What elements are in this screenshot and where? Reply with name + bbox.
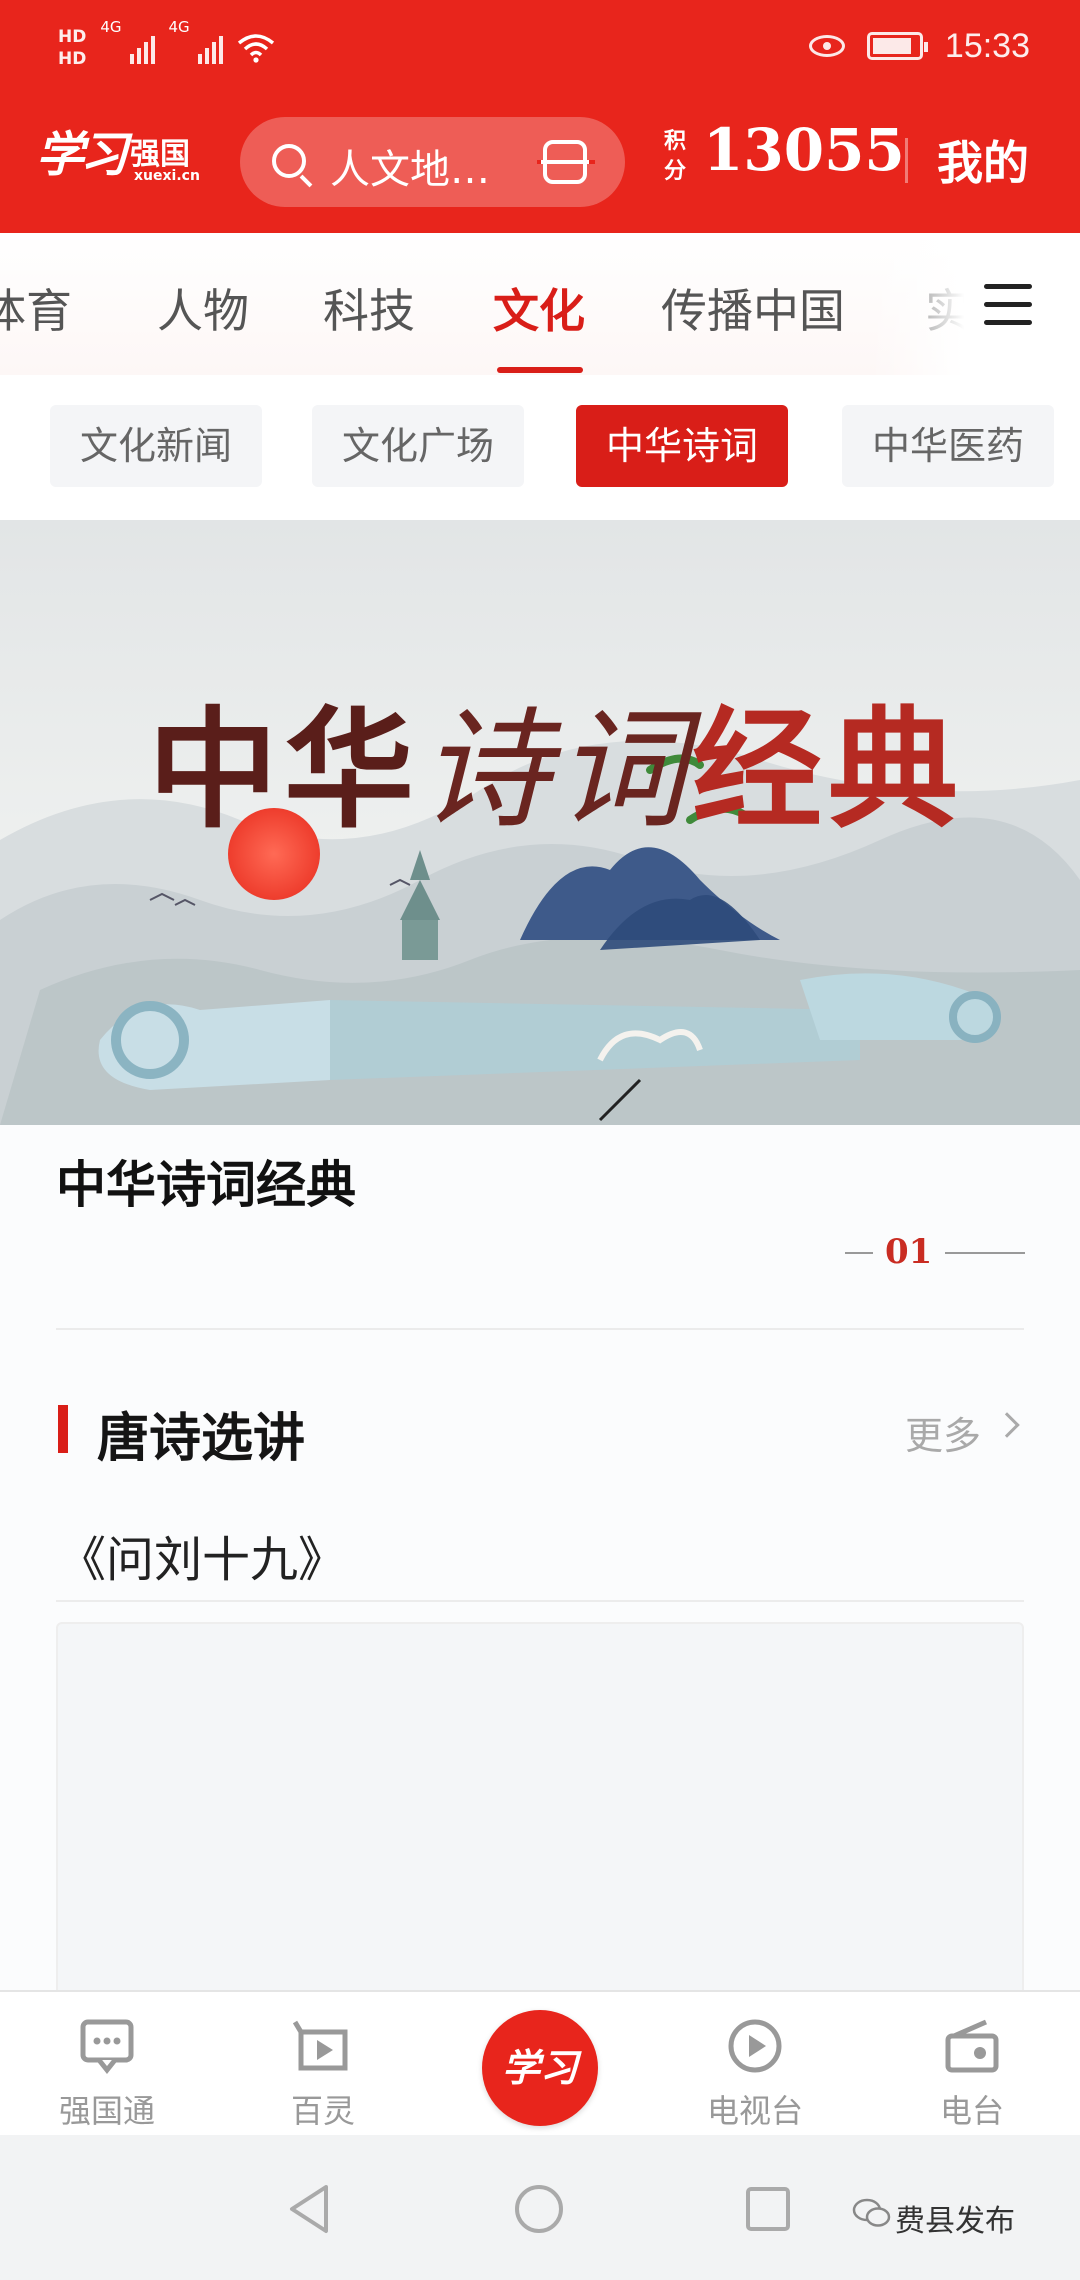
calligraphy-part-1: 中华 <box>148 693 421 846</box>
battery-icon <box>866 32 928 60</box>
section-divider <box>56 1328 1024 1330</box>
active-tab-indicator <box>497 367 583 373</box>
back-icon[interactable] <box>286 2183 334 2235</box>
banner-calligraphy-title: 中华诗词经典 <box>148 665 964 853</box>
hd-label-2: HD <box>58 49 87 69</box>
nav-bailing[interactable]: 百灵 <box>243 1992 403 2137</box>
calligraphy-part-2: 诗词 <box>420 694 693 846</box>
channel-tabs: 体育 人物 科技 文化 传播中国 实 <box>0 233 1080 375</box>
system-nav-bar: 费县发布 <box>0 2135 1080 2280</box>
network-type-1: 4G <box>100 18 122 36</box>
bottom-nav: 强国通 百灵 学习 电视台 电台 <box>0 1990 1080 2135</box>
subtab-chinese-poetry[interactable]: 中华诗词 <box>576 405 789 487</box>
play-window-icon <box>293 2020 348 2071</box>
video-placeholder[interactable] <box>56 1622 1024 2002</box>
watermark-text: 费县发布 <box>895 2204 1015 2239</box>
nav-radio[interactable]: 电台 <box>892 1992 1052 2137</box>
chat-bubble-icon <box>80 2019 134 2074</box>
logo-url: xuexi.cn <box>134 168 200 184</box>
top-header: HD HD 4G 4G 15:33 学习 强国 xuexi.cn 人文地… 积分… <box>0 0 1080 233</box>
nav-label: 百灵 <box>290 2092 355 2130</box>
nav-label: 强国通 <box>58 2092 155 2130</box>
status-time: 15:33 <box>944 26 1030 65</box>
calligraphy-part-3: 经典 <box>692 693 965 846</box>
pager-number: 01 <box>885 1232 933 1272</box>
subtab-chinese-medicine[interactable]: 中华医药 <box>842 405 1055 487</box>
poem-item-title[interactable]: 《问刘十九》 <box>58 1520 346 1590</box>
home-icon[interactable] <box>513 2183 565 2235</box>
signal-icon <box>129 32 155 64</box>
nav-qiangguotong[interactable]: 强国通 <box>27 1992 187 2137</box>
menu-icon[interactable] <box>984 284 1032 326</box>
carousel-pager: 01 <box>845 1232 1025 1272</box>
banner-card-title[interactable]: 中华诗词经典 <box>56 1145 356 1217</box>
poetry-banner[interactable]: 中华诗词经典 <box>0 520 1080 1125</box>
scan-icon[interactable] <box>537 140 595 184</box>
tab-tech[interactable]: 科技 <box>323 275 415 341</box>
search-bar[interactable]: 人文地… <box>240 117 625 207</box>
status-left: HD HD 4G 4G <box>58 18 275 78</box>
tabs-fade <box>870 233 1080 375</box>
section-accent-bar <box>58 1405 68 1453</box>
recents-icon[interactable] <box>744 2185 792 2233</box>
eye-comfort-icon <box>808 35 845 57</box>
item-divider <box>56 1600 1024 1602</box>
points-label: 积分 <box>664 129 687 184</box>
logo-subtitle: 强国 <box>130 137 190 172</box>
network-type-2: 4G <box>168 18 190 36</box>
app-logo[interactable]: 学习 强国 xuexi.cn <box>36 115 201 195</box>
nav-label: 电台 <box>939 2092 1004 2130</box>
header-separator <box>905 138 908 183</box>
chevron-right-icon[interactable] <box>994 1412 1020 1438</box>
points-value[interactable]: 13055 <box>703 116 905 184</box>
tab-culture[interactable]: 文化 <box>493 275 585 341</box>
search-placeholder: 人文地… <box>330 147 490 193</box>
nav-tv[interactable]: 电视台 <box>675 1992 835 2137</box>
search-icon <box>272 144 306 178</box>
status-right: 15:33 <box>808 24 1030 68</box>
nav-label: 电视台 <box>706 2092 803 2130</box>
status-bar: HD HD 4G 4G 15:33 <box>0 0 1080 95</box>
mine-button[interactable]: 我的 <box>937 127 1029 193</box>
radio-icon <box>945 2019 999 2073</box>
play-circle-icon <box>728 2019 782 2073</box>
pager-line-right <box>945 1252 1025 1254</box>
study-center-button[interactable]: 学习 <box>482 2010 598 2126</box>
subtab-culture-square[interactable]: 文化广场 <box>312 405 525 487</box>
hd-indicator: HD HD <box>58 26 86 70</box>
more-link[interactable]: 更多 <box>905 1405 981 1460</box>
tab-sports[interactable]: 体育 <box>0 275 72 341</box>
signal-icon <box>197 32 223 64</box>
section-title: 唐诗选讲 <box>97 1408 306 1469</box>
tab-china-communication[interactable]: 传播中国 <box>661 275 845 341</box>
hd-label-1: HD <box>58 27 87 47</box>
tab-people[interactable]: 人物 <box>157 275 249 341</box>
logo-calligraphy: 学习 <box>36 127 128 183</box>
wechat-icon <box>852 2198 891 2227</box>
app-root: HD HD 4G 4G 15:33 学习 强国 xuexi.cn 人文地… 积分… <box>0 0 1080 2280</box>
wifi-icon <box>237 34 274 63</box>
subtab-culture-news[interactable]: 文化新闻 <box>50 405 263 487</box>
pager-line-left <box>845 1252 873 1254</box>
sub-tabs: 文化新闻 文化广场 中华诗词 中华医药 <box>0 375 1080 520</box>
